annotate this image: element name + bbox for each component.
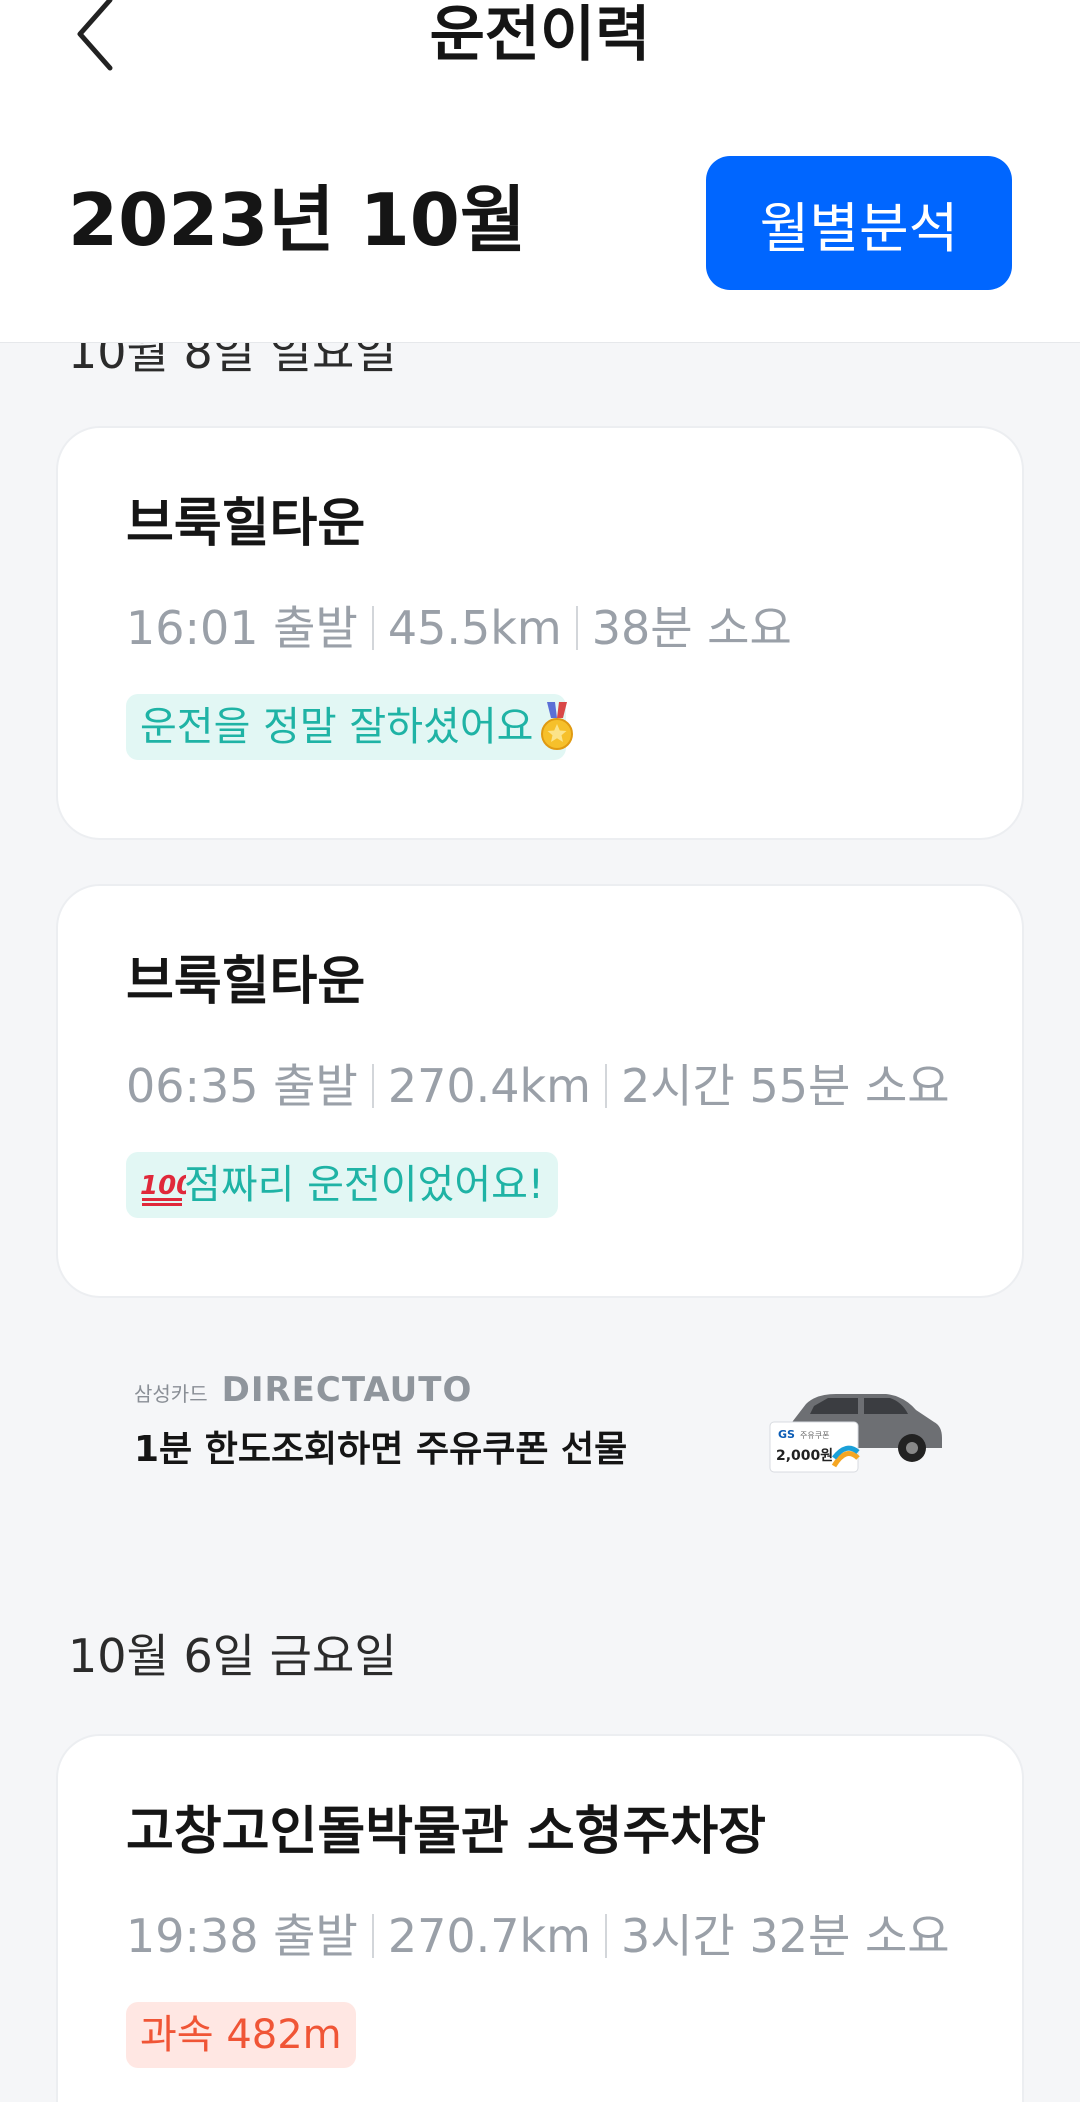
trip-duration: 2시간 55분 소요	[620, 1059, 950, 1113]
badge-text: 과속 482m	[140, 2012, 342, 2058]
coupon-label: 주유쿠폰	[800, 1431, 829, 1440]
medal-icon	[537, 702, 577, 752]
header: 운전이력 2023년 10월 월별분석	[0, 0, 1080, 343]
divider	[371, 1064, 374, 1108]
trip-card[interactable]: 브룩힐타운 06:35 출발 270.4km 2시간 55분 소요 100 점짜…	[56, 884, 1024, 1298]
trip-duration: 38분 소요	[591, 601, 792, 655]
badge-text: 점짜리 운전이었어요!	[184, 1162, 544, 1208]
monthly-analysis-button[interactable]: 월별분석	[706, 156, 1012, 290]
trip-depart-time: 19:38 출발	[126, 1909, 358, 1963]
divider	[371, 1914, 374, 1958]
trip-duration: 3시간 32분 소요	[620, 1909, 950, 1963]
ad-brand-small: 삼성카드	[134, 1382, 208, 1406]
car-coupon-image: GS 주유쿠폰 2,000원	[766, 1360, 946, 1480]
divider	[575, 606, 578, 650]
ad-brand-name: DIRECTAUTO	[221, 1370, 473, 1410]
trip-destination: 고창고인돌박물관 소형주차장	[126, 1802, 767, 1862]
divider	[604, 1064, 607, 1108]
speeding-badge: 과속 482m	[126, 2002, 356, 2068]
driving-feedback-badge: 운전을 정말 잘하셨어요	[126, 694, 574, 760]
trip-card[interactable]: 브룩힐타운 16:01 출발 45.5km 38분 소요 운전을 정말 잘하셨어…	[56, 426, 1024, 840]
coupon-amount: 2,000원	[776, 1448, 833, 1464]
trip-meta: 06:35 출발 270.4km 2시간 55분 소요	[126, 1058, 950, 1114]
trip-meta: 16:01 출발 45.5km 38분 소요	[126, 600, 792, 656]
badge-text: 운전을 정말 잘하셨어요	[140, 704, 534, 750]
ad-brand: 삼성카드 DIRECTAUTO	[134, 1370, 472, 1410]
page: 10월 8일 일요일 브룩힐타운 16:01 출발 45.5km 38분 소요 …	[0, 0, 1080, 2102]
trip-distance: 270.4km	[387, 1059, 591, 1113]
trip-distance: 45.5km	[387, 601, 562, 655]
page-title: 운전이력	[429, 0, 651, 70]
driving-feedback-badge: 100 점짜리 운전이었어요!	[126, 1152, 558, 1218]
hundred-points-icon: 100	[140, 1160, 194, 1210]
trip-depart-time: 16:01 출발	[126, 601, 358, 655]
ad-banner[interactable]: 삼성카드 DIRECTAUTO 1분 한도조회하면 주유쿠폰 선물 GS 주유쿠…	[56, 1340, 1024, 1510]
trip-card[interactable]: 고창고인돌박물관 소형주차장 19:38 출발 270.7km 3시간 32분 …	[56, 1734, 1024, 2102]
trip-meta: 19:38 출발 270.7km 3시간 32분 소요	[126, 1908, 950, 1964]
trip-distance: 270.7km	[387, 1909, 591, 1963]
divider	[371, 606, 374, 650]
coupon-brand: GS	[778, 1428, 795, 1441]
day-label: 10월 6일 금요일	[68, 1629, 397, 1683]
trip-destination: 브룩힐타운	[126, 494, 366, 554]
trip-destination: 브룩힐타운	[126, 952, 366, 1012]
svg-text:100: 100	[140, 1171, 186, 1201]
current-month: 2023년 10월	[68, 178, 527, 262]
divider	[604, 1914, 607, 1958]
trip-depart-time: 06:35 출발	[126, 1059, 358, 1113]
ad-text: 1분 한도조회하면 주유쿠폰 선물	[134, 1429, 628, 1470]
